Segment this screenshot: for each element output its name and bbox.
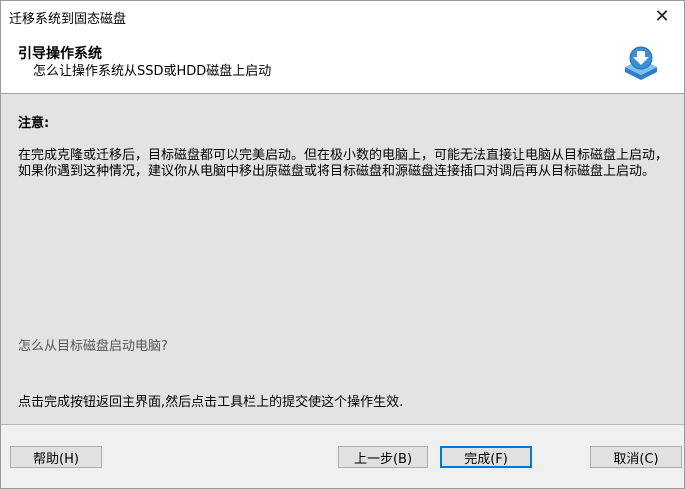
note-text: 在完成克隆或迁移后，目标磁盘都可以完美启动。但在极小数的电脑上，可能无法直接让电… — [18, 148, 669, 179]
close-button[interactable]: ✕ — [640, 1, 684, 31]
wizard-header: 引导操作系统 怎么让操作系统从SSD或HDD磁盘上启动 — [1, 31, 684, 94]
disk-download-icon — [625, 46, 657, 80]
page-subtitle: 怎么让操作系统从SSD或HDD磁盘上启动 — [33, 64, 272, 79]
window-title: 迁移系统到固态磁盘 — [9, 12, 127, 27]
note-heading: 注意: — [18, 116, 50, 131]
instruction-text: 点击完成按钮返回主界面,然后点击工具栏上的提交使这个操作生效. — [18, 395, 404, 410]
title-bar: 迁移系统到固态磁盘 ✕ — [1, 1, 684, 31]
boot-help-link[interactable]: 怎么从目标磁盘启动电脑? — [18, 335, 168, 354]
wizard-content: 注意: 在完成克隆或迁移后，目标磁盘都可以完美启动。但在极小数的电脑上，可能无法… — [1, 94, 684, 424]
migrate-system-dialog: 迁移系统到固态磁盘 ✕ 引导操作系统 怎么让操作系统从SSD或HDD磁盘上启动 … — [0, 0, 685, 489]
close-icon: ✕ — [654, 5, 670, 27]
previous-button[interactable]: 上一步(B) — [338, 446, 428, 468]
cancel-button[interactable]: 取消(C) — [590, 446, 682, 468]
help-button[interactable]: 帮助(H) — [10, 446, 102, 468]
finish-button[interactable]: 完成(F) — [440, 446, 532, 468]
footer-divider — [1, 424, 684, 425]
